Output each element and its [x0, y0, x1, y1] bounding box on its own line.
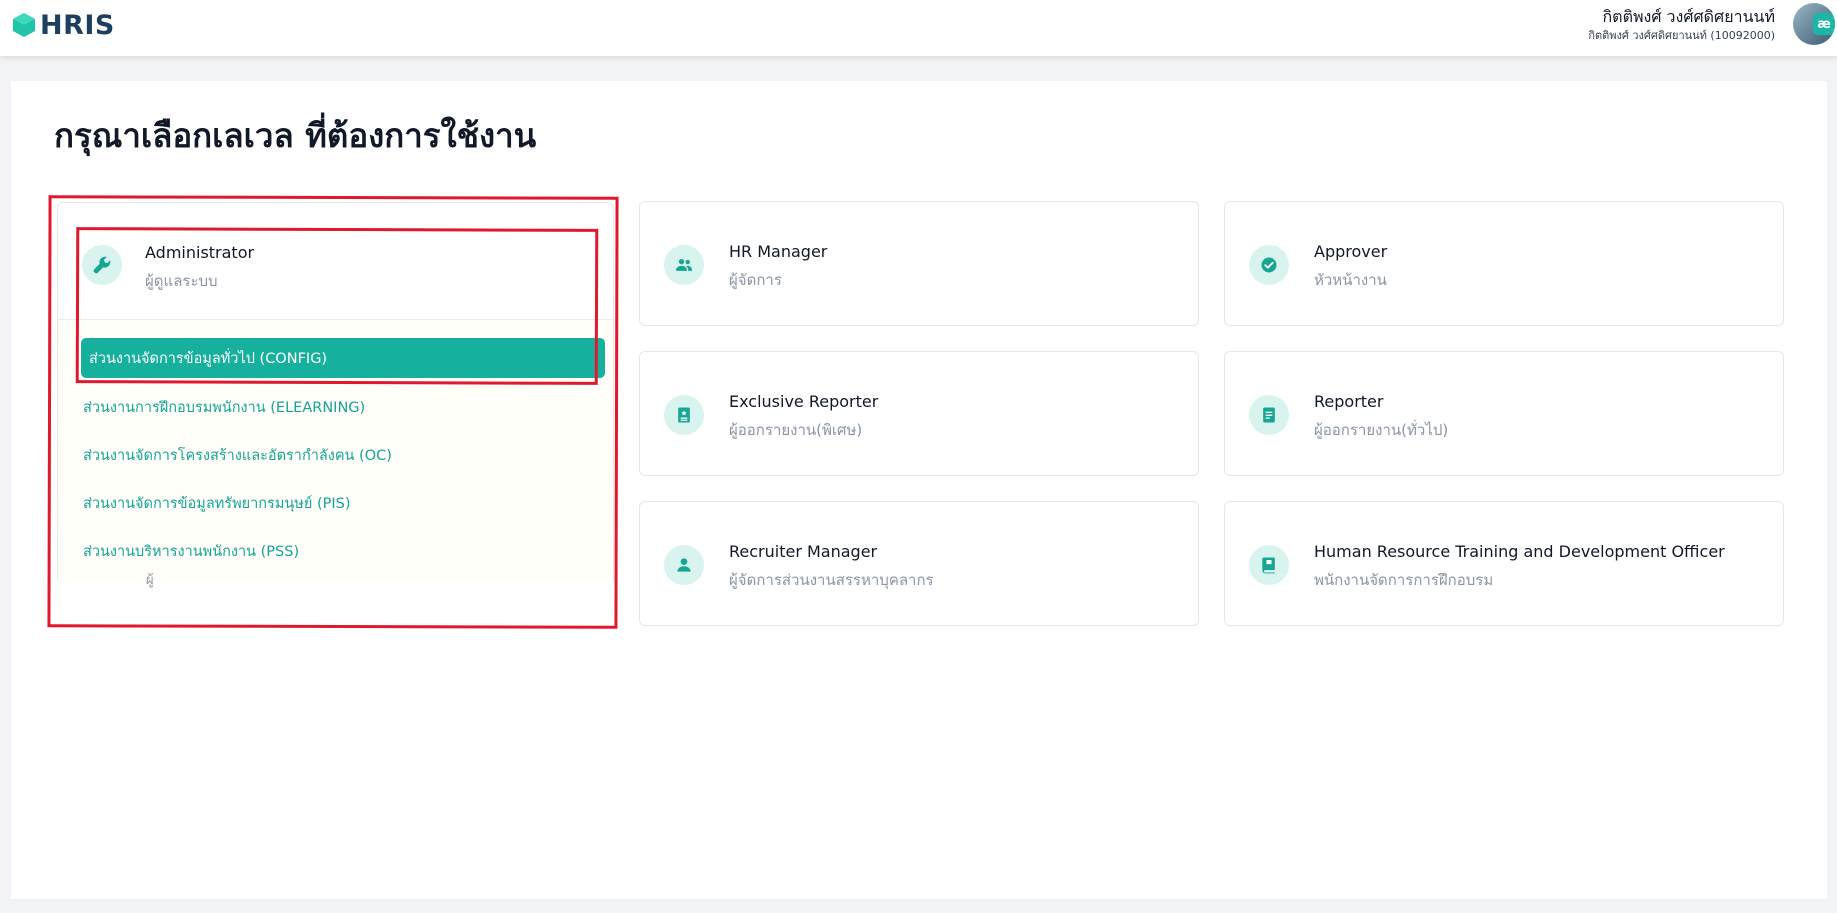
top-navbar: HRIS กิตติพงศ์ วงศ์ศดิศยานนท์ กิตติพงศ์ …	[0, 0, 1837, 56]
user-id: กิตติพงศ์ วงศ์ศดิศยานนท์ (10092000)	[1588, 29, 1775, 42]
role-card-recruiter-manager[interactable]: Recruiter Manager ผู้จัดการส่วนงานสรรหาบ…	[639, 501, 1199, 626]
role-title: HR Manager	[729, 242, 828, 261]
role-title: Approver	[1314, 242, 1388, 261]
avatar[interactable]: æ	[1793, 3, 1835, 45]
role-title: Administrator	[145, 243, 255, 262]
menu-item-pis[interactable]: ส่วนงานจัดการข้อมูลทรัพยากรมนุษย์ (PIS)	[83, 492, 351, 515]
admin-menu: ส่วนงานจัดการข้อมูลทั่วไป (CONFIG) ส่วนง…	[58, 319, 613, 584]
role-card-reporter[interactable]: Reporter ผู้ออกรายงาน(ทั่วไป)	[1224, 351, 1784, 476]
role-subtitle: ผู้ดูแลระบบ	[145, 272, 218, 290]
menu-item-config[interactable]: ส่วนงานจัดการข้อมูลทั่วไป (CONFIG)	[81, 338, 605, 378]
role-subtitle: ผู้จัดการ	[729, 271, 782, 289]
logo-text: HRIS	[40, 9, 115, 41]
role-title: Reporter	[1314, 392, 1384, 411]
role-subtitle: ผู้จัดการส่วนงานสรรหาบุคลากร	[729, 571, 934, 589]
role-card-approver[interactable]: Approver หัวหน้างาน	[1224, 201, 1784, 326]
role-title: Human Resource Training and Development …	[1314, 542, 1725, 561]
role-subtitle: ผู้ออกรายงาน(ทั่วไป)	[1314, 421, 1449, 439]
page-title: กรุณาเลือกเลเวล ที่ต้องการใช้งาน	[54, 116, 537, 155]
hexagon-logo-icon	[13, 13, 35, 37]
role-subtitle: พนักงานจัดการการฝึกอบรม	[1314, 571, 1494, 589]
menu-item-oc[interactable]: ส่วนงานจัดการโครงสร้างและอัตรากำลังคน (O…	[83, 444, 392, 467]
role-card-hr-manager[interactable]: HR Manager ผู้จัดการ	[639, 201, 1199, 326]
book-icon	[1249, 545, 1289, 585]
users-icon	[664, 245, 704, 285]
role-subtitle: หัวหน้างาน	[1314, 271, 1387, 289]
role-card-hr-training-officer[interactable]: Human Resource Training and Development …	[1224, 501, 1784, 626]
user-info[interactable]: กิตติพงศ์ วงศ์ศดิศยานนท์ กิตติพงศ์ วงศ์ศ…	[1588, 6, 1775, 44]
avatar-badge: æ	[1813, 13, 1835, 35]
role-title: Recruiter Manager	[729, 542, 878, 561]
document-icon	[1249, 395, 1289, 435]
role-card-exclusive-reporter[interactable]: Exclusive Reporter ผู้ออกรายงาน(พิเศษ)	[639, 351, 1199, 476]
hidden-card-text: ผู้	[146, 573, 154, 588]
role-subtitle: ผู้ออกรายงาน(พิเศษ)	[729, 421, 863, 439]
main-panel: กรุณาเลือกเลเวล ที่ต้องการใช้งาน Adminis…	[11, 81, 1827, 899]
star-badge-icon	[664, 395, 704, 435]
wrench-icon	[82, 245, 122, 285]
menu-item-elearning[interactable]: ส่วนงานการฝึกอบรมพนักงาน (ELEARNING)	[83, 396, 365, 419]
user-icon	[664, 545, 704, 585]
menu-item-pss[interactable]: ส่วนงานบริหารงานพนักงาน (PSS)	[83, 540, 299, 563]
user-name: กิตติพงศ์ วงศ์ศดิศยานนท์	[1602, 7, 1775, 26]
role-card-administrator[interactable]: Administrator ผู้ดูแลระบบ ส่วนงานจัดการข…	[57, 202, 614, 584]
hris-logo[interactable]: HRIS	[12, 9, 115, 41]
role-title: Exclusive Reporter	[729, 392, 879, 411]
check-circle-icon	[1249, 245, 1289, 285]
